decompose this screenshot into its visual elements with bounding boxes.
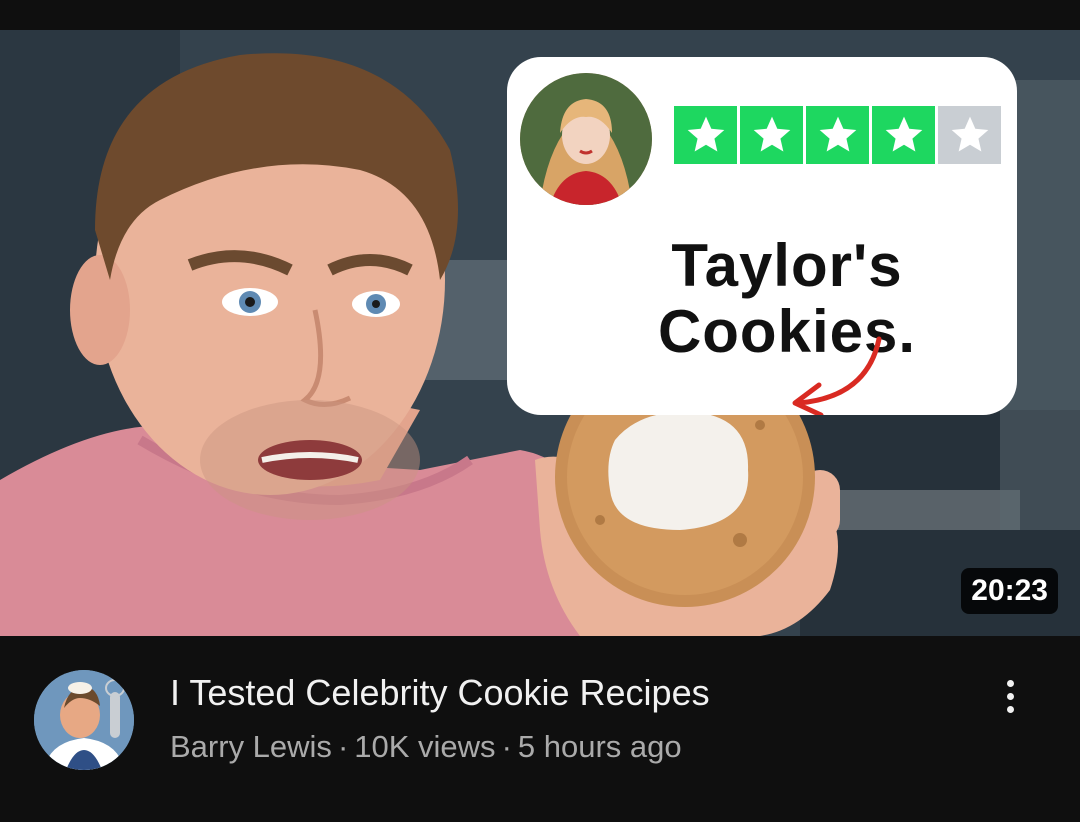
channel-avatar[interactable]: [34, 670, 134, 770]
arrow-icon: [792, 336, 882, 415]
video-meta: I Tested Celebrity Cookie Recipes Barry …: [0, 636, 1080, 822]
duration-badge: 20:23: [961, 568, 1058, 614]
view-count: 10K views: [354, 729, 496, 764]
status-bar: [0, 0, 1080, 30]
upload-age: 5 hours ago: [517, 729, 682, 764]
channel-name[interactable]: Barry Lewis: [170, 729, 332, 764]
video-title[interactable]: I Tested Celebrity Cookie Recipes: [170, 672, 950, 714]
rating-card: Taylor's Cookies.: [507, 57, 1017, 415]
video-subline: Barry Lewis · 10K views · 5 hours ago: [170, 728, 682, 766]
video-thumbnail[interactable]: Taylor's Cookies. 20:23: [0, 30, 1080, 636]
separator: ·: [501, 729, 512, 764]
separator: ·: [337, 729, 349, 764]
more-vert-icon[interactable]: [988, 674, 1032, 718]
